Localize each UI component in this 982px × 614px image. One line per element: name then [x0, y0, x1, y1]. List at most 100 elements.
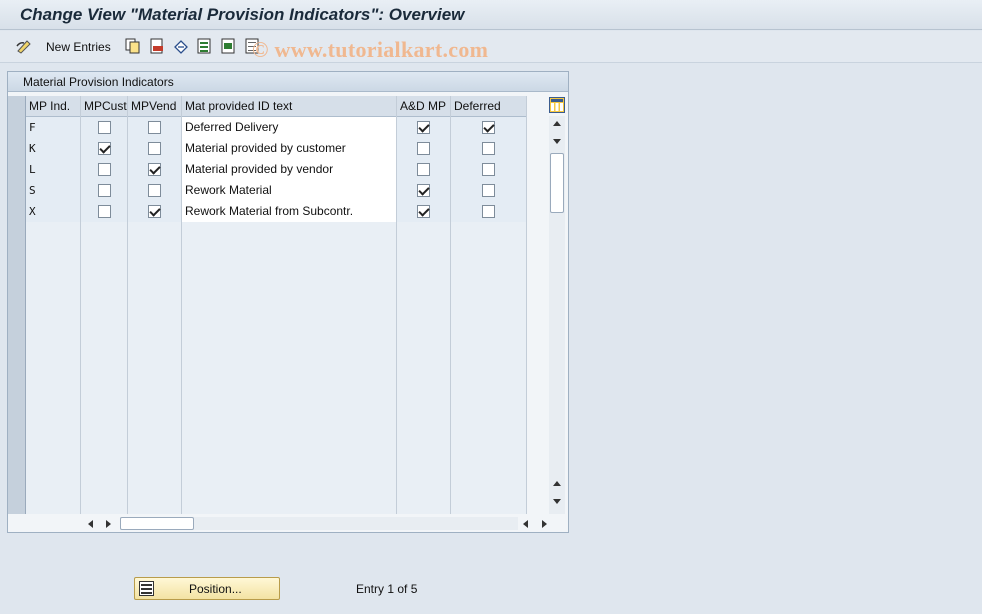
row-selector[interactable] [8, 159, 26, 180]
mat-provided-text-input[interactable]: Rework Material [182, 180, 397, 201]
empty-cell [26, 432, 81, 453]
row-selector[interactable] [8, 411, 26, 432]
mpcust-checkbox[interactable] [98, 121, 111, 134]
row-selector[interactable] [8, 138, 26, 159]
empty-cell [81, 264, 128, 285]
empty-cell [26, 390, 81, 411]
row-selector[interactable] [8, 432, 26, 453]
empty-cell [182, 264, 397, 285]
undo-icon[interactable] [173, 38, 189, 54]
scroll-down-bottom-icon[interactable] [553, 499, 561, 504]
empty-cell [182, 411, 397, 432]
column-header-mpcust[interactable]: MPCust [81, 96, 128, 117]
select-all-icon[interactable] [197, 38, 213, 54]
mpcust-checkbox[interactable] [98, 142, 111, 155]
empty-cell [81, 453, 128, 474]
deferred-cell [451, 138, 527, 159]
delete-icon[interactable] [149, 38, 165, 54]
row-selector[interactable] [8, 117, 26, 138]
scroll-up-bottom-icon[interactable] [553, 481, 561, 486]
admp-checkbox[interactable] [417, 205, 430, 218]
row-selector[interactable] [8, 201, 26, 222]
mpcust-cell [81, 159, 128, 180]
empty-cell [128, 474, 182, 495]
table-row [8, 390, 527, 411]
scroll-up-icon[interactable] [553, 121, 561, 126]
hscroll-thumb[interactable] [120, 517, 194, 530]
empty-cell [397, 390, 451, 411]
mpcust-checkbox[interactable] [98, 184, 111, 197]
mpvend-checkbox[interactable] [148, 163, 161, 176]
mpcust-checkbox[interactable] [98, 205, 111, 218]
mpvend-checkbox[interactable] [148, 142, 161, 155]
horizontal-scrollbar[interactable] [88, 516, 548, 532]
scroll-left-end-icon[interactable] [523, 520, 528, 528]
select-all-rows-handle[interactable] [8, 96, 26, 117]
hscroll-track[interactable] [120, 517, 518, 530]
column-header-mpvend[interactable]: MPVend [128, 96, 182, 117]
scroll-right-icon[interactable] [106, 520, 111, 528]
deferred-checkbox[interactable] [482, 184, 495, 197]
deferred-checkbox[interactable] [482, 205, 495, 218]
row-selector[interactable] [8, 180, 26, 201]
table-row [8, 264, 527, 285]
empty-cell [397, 411, 451, 432]
admp-checkbox[interactable] [417, 121, 430, 134]
select-block-icon[interactable] [221, 38, 237, 54]
mpvend-checkbox[interactable] [148, 205, 161, 218]
empty-cell [451, 222, 527, 243]
mat-provided-text-input[interactable]: Rework Material from Subcontr. [182, 201, 397, 222]
deferred-checkbox[interactable] [482, 163, 495, 176]
mat-provided-text-input[interactable]: Deferred Delivery [182, 117, 397, 138]
row-selector[interactable] [8, 264, 26, 285]
empty-cell [26, 369, 81, 390]
material-provision-table-panel: Material Provision Indicators MP Ind. MP… [7, 71, 569, 533]
mpvend-checkbox[interactable] [148, 121, 161, 134]
mpcust-checkbox[interactable] [98, 163, 111, 176]
admp-checkbox[interactable] [417, 184, 430, 197]
empty-cell [397, 306, 451, 327]
deferred-checkbox[interactable] [482, 121, 495, 134]
row-selector[interactable] [8, 474, 26, 495]
table-settings-icon[interactable] [549, 97, 565, 113]
empty-cell [128, 243, 182, 264]
deferred-checkbox[interactable] [482, 142, 495, 155]
scroll-left-icon[interactable] [88, 520, 93, 528]
vertical-scrollbar[interactable] [549, 116, 565, 514]
admp-checkbox[interactable] [417, 142, 430, 155]
row-selector[interactable] [8, 495, 26, 514]
table-row: K Material provided by customer [8, 138, 527, 159]
row-selector[interactable] [8, 285, 26, 306]
row-selector[interactable] [8, 222, 26, 243]
column-header-mp-ind[interactable]: MP Ind. [26, 96, 81, 117]
mat-provided-text-input[interactable]: Material provided by vendor [182, 159, 397, 180]
empty-cell [81, 474, 128, 495]
row-selector[interactable] [8, 306, 26, 327]
column-header-text[interactable]: Mat provided ID text [182, 96, 397, 117]
mpvend-checkbox[interactable] [148, 184, 161, 197]
table-row: X Rework Material from Subcontr. [8, 201, 527, 222]
admp-checkbox[interactable] [417, 163, 430, 176]
scroll-thumb[interactable] [550, 153, 564, 213]
position-icon [139, 581, 154, 596]
row-selector[interactable] [8, 453, 26, 474]
table-row [8, 453, 527, 474]
empty-cell [397, 369, 451, 390]
empty-cell [451, 285, 527, 306]
empty-cell [128, 327, 182, 348]
row-selector[interactable] [8, 390, 26, 411]
mat-provided-text-input[interactable]: Material provided by customer [182, 138, 397, 159]
new-entries-button[interactable]: New Entries [46, 40, 111, 54]
scroll-down-icon[interactable] [553, 139, 561, 144]
edit-glasses-icon[interactable] [15, 37, 33, 55]
scroll-right-end-icon[interactable] [542, 520, 547, 528]
empty-cell [128, 411, 182, 432]
row-selector[interactable] [8, 243, 26, 264]
position-button[interactable]: Position... [134, 577, 280, 600]
row-selector[interactable] [8, 327, 26, 348]
row-selector[interactable] [8, 348, 26, 369]
column-header-admp[interactable]: A&D MP [397, 96, 451, 117]
column-header-deferred[interactable]: Deferred [451, 96, 527, 117]
row-selector[interactable] [8, 369, 26, 390]
copy-icon[interactable] [125, 38, 141, 54]
